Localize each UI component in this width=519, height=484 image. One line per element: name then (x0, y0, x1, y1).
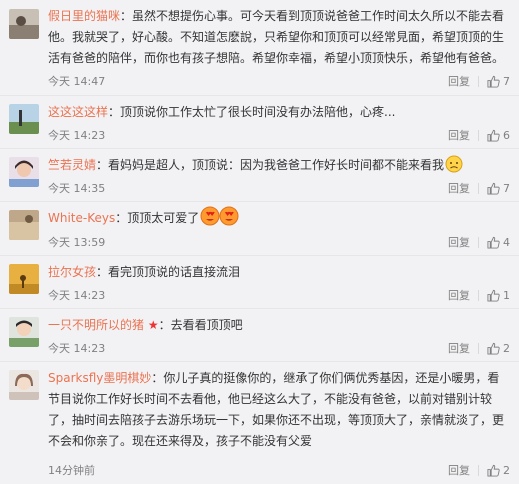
thumbs-up-icon (487, 129, 500, 142)
comment-actions: 回复 2 (448, 340, 511, 356)
comment-item: 一只不明所以的猪 ★：去看看顶顶吧 今天 14:23 回复 2 (0, 309, 519, 362)
comment-username[interactable]: 竺若灵婧 (48, 158, 96, 172)
divider (478, 289, 479, 301)
comment-text: 一只不明所以的猪 ★：去看看顶顶吧 (48, 318, 243, 332)
avatar[interactable] (9, 370, 39, 400)
thumbs-up-icon (487, 182, 500, 195)
reply-button[interactable]: 回复 (448, 462, 470, 478)
thumbs-up-icon (487, 342, 500, 355)
avatar[interactable] (9, 157, 39, 187)
comment-item: 拉尔女孩：看完顶顶说的话直接流泪 今天 14:23 回复 1 (0, 256, 519, 309)
comment-text: 假日里的猫咪：虽然不想提伤心事。可今天看到顶顶说爸爸工作时间太久所以不能去看他。… (48, 9, 505, 65)
comment-text: 竺若灵婧：看妈妈是超人，顶顶说：因为我爸爸工作好长时间都不能来看我 (48, 155, 511, 176)
comment-username[interactable]: 假日里的猫咪 (48, 9, 120, 23)
star-icon: ★ (144, 318, 159, 332)
comment-body: 顶顶太可爱了 (127, 211, 200, 225)
like-button[interactable]: 1 (487, 289, 511, 302)
avatar[interactable] (9, 104, 39, 134)
comment-text: 拉尔女孩：看完顶顶说的话直接流泪 (48, 265, 241, 279)
like-count: 7 (503, 181, 510, 195)
comment-actions: 回复 2 (448, 462, 511, 478)
like-count: 2 (503, 463, 510, 477)
divider (478, 464, 479, 476)
sad-face-icon (445, 155, 463, 173)
comment-time: 今天 14:23 (48, 342, 106, 355)
comment-actions: 回复 7 (448, 73, 511, 89)
comment-username[interactable]: White-Keys (48, 211, 115, 225)
reply-button[interactable]: 回复 (448, 127, 470, 143)
comment-meta: 今天 14:47 回复 7 (48, 73, 511, 89)
avatar[interactable] (9, 210, 39, 240)
reply-button[interactable]: 回复 (448, 180, 470, 196)
reply-button[interactable]: 回复 (448, 234, 470, 250)
comment-item: White-Keys：顶顶太可爱了 今天 13:59 回复 4 (0, 202, 519, 256)
divider (478, 236, 479, 248)
heart-eyes-icon (200, 206, 220, 226)
thumbs-up-icon (487, 289, 500, 302)
comment-body: 去看看顶顶吧 (170, 318, 243, 332)
comment-meta: 今天 14:23 回复 1 (48, 287, 511, 303)
comment-username[interactable]: 拉尔女孩 (48, 265, 96, 279)
reply-button[interactable]: 回复 (448, 287, 470, 303)
comment-actions: 回复 6 (448, 127, 511, 143)
comment-item: 假日里的猫咪：虽然不想提伤心事。可今天看到顶顶说爸爸工作时间太久所以不能去看他。… (0, 0, 519, 96)
comment-item: 竺若灵婧：看妈妈是超人，顶顶说：因为我爸爸工作好长时间都不能来看我 今天 14:… (0, 149, 519, 202)
like-button[interactable]: 7 (487, 182, 511, 195)
thumbs-up-icon (487, 236, 500, 249)
divider (478, 129, 479, 141)
comment-body: 顶顶说你工作太忙了很长时间没有办法陪他，心疼... (120, 105, 396, 119)
comment-item: 这这这这样：顶顶说你工作太忙了很长时间没有办法陪他，心疼... 今天 14:23… (0, 96, 519, 149)
heart-eyes-icon (219, 206, 239, 226)
comment-meta: 14分钟前 回复 2 (48, 462, 511, 478)
comment-time: 今天 14:47 (48, 75, 106, 88)
comment-actions: 回复 1 (448, 287, 511, 303)
comment-time: 今天 13:59 (48, 236, 106, 249)
thumbs-up-icon (487, 464, 500, 477)
comment-text: Sparksfly墨明棋妙：你儿子真的挺像你的，继承了你们俩优秀基因，还是小暖男… (48, 371, 505, 448)
like-button[interactable]: 2 (487, 464, 511, 477)
avatar[interactable] (9, 264, 39, 294)
comment-time: 今天 14:35 (48, 182, 106, 195)
comment-text: 这这这这样：顶顶说你工作太忙了很长时间没有办法陪他，心疼... (48, 105, 396, 119)
like-count: 4 (503, 235, 510, 249)
like-count: 7 (503, 74, 510, 88)
comment-body: 看妈妈是超人，顶顶说：因为我爸爸工作好长时间都不能来看我 (108, 158, 445, 172)
like-button[interactable]: 2 (487, 342, 511, 355)
comment-meta: 今天 14:35 回复 7 (48, 180, 511, 196)
comment-time: 14分钟前 (48, 464, 95, 477)
avatar[interactable] (9, 317, 39, 347)
comment-list: 假日里的猫咪：虽然不想提伤心事。可今天看到顶顶说爸爸工作时间太久所以不能去看他。… (0, 0, 519, 484)
comment-actions: 回复 4 (448, 234, 511, 250)
comment-item: Sparksfly墨明棋妙：你儿子真的挺像你的，继承了你们俩优秀基因，还是小暖男… (0, 362, 519, 484)
comment-body: 看完顶顶说的话直接流泪 (108, 265, 241, 279)
like-count: 6 (503, 128, 510, 142)
like-button[interactable]: 7 (487, 75, 511, 88)
like-button[interactable]: 6 (487, 129, 511, 142)
comment-username[interactable]: 这这这这样 (48, 105, 108, 119)
comment-time: 今天 14:23 (48, 289, 106, 302)
avatar[interactable] (9, 9, 39, 39)
divider (478, 342, 479, 354)
comment-actions: 回复 7 (448, 180, 511, 196)
comment-time: 今天 14:23 (48, 129, 106, 142)
divider (478, 75, 479, 87)
reply-button[interactable]: 回复 (448, 340, 470, 356)
like-count: 1 (503, 288, 510, 302)
like-count: 2 (503, 341, 510, 355)
reply-button[interactable]: 回复 (448, 73, 470, 89)
thumbs-up-icon (487, 75, 500, 88)
comment-username[interactable]: Sparksfly墨明棋妙 (48, 371, 151, 385)
comment-meta: 今天 13:59 回复 4 (48, 234, 511, 250)
comment-username[interactable]: 一只不明所以的猪 (48, 318, 144, 332)
like-button[interactable]: 4 (487, 236, 511, 249)
divider (478, 182, 479, 194)
comment-meta: 今天 14:23 回复 6 (48, 127, 511, 143)
comment-text: White-Keys：顶顶太可爱了 (48, 206, 511, 229)
comment-meta: 今天 14:23 回复 2 (48, 340, 511, 356)
